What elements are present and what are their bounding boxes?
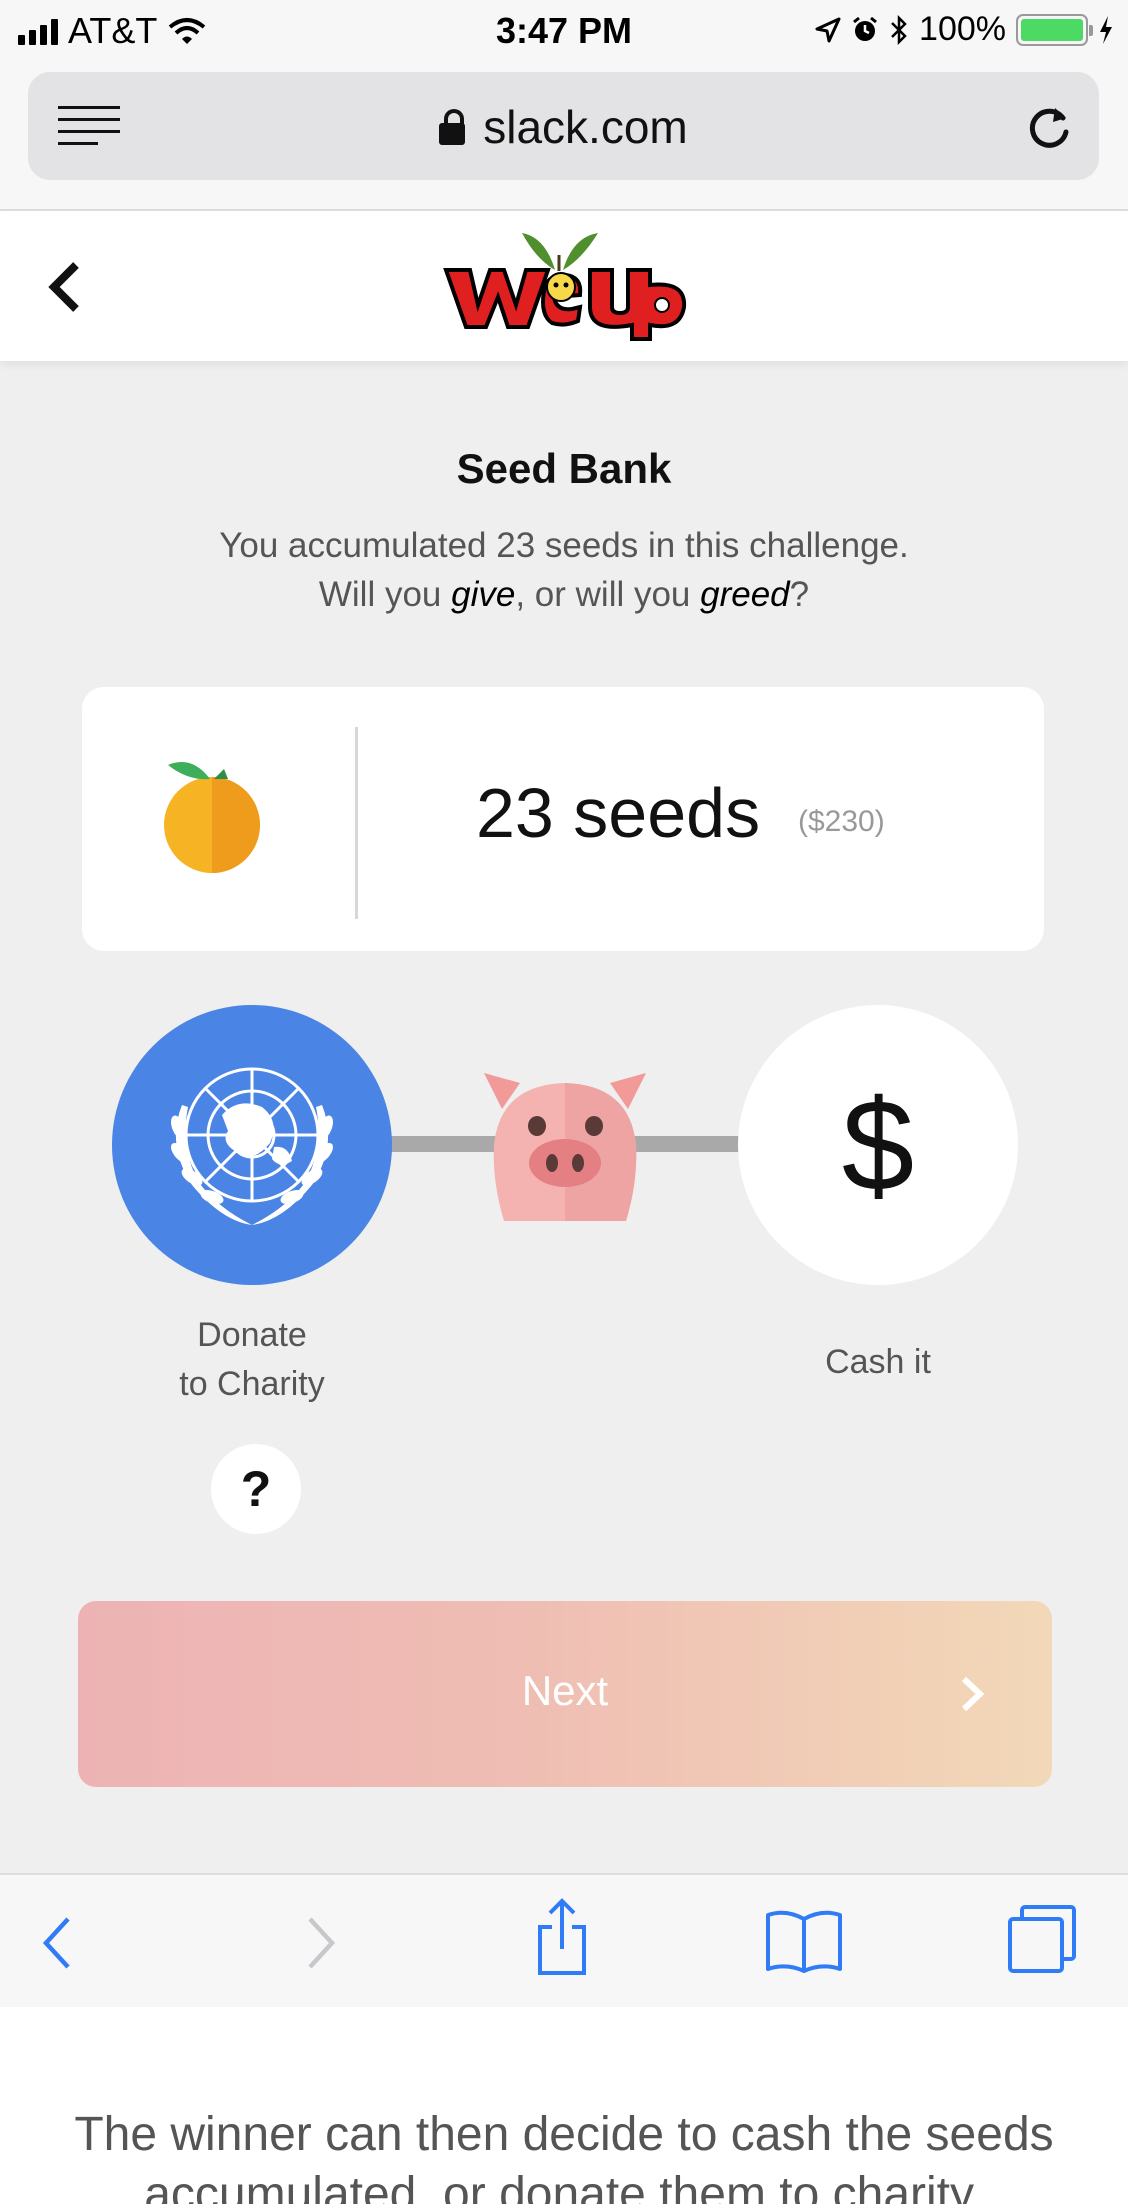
donate-to-charity-option[interactable] (112, 1005, 392, 1285)
page-subtitle: You accumulated 23 seeds in this challen… (0, 521, 1128, 619)
subtitle-suffix: ? (789, 575, 810, 614)
browser-top-bar: slack.com (0, 62, 1128, 211)
subtitle-prefix: Will you (318, 575, 452, 614)
cash-label: Cash it (825, 1343, 931, 1381)
bookmarks-icon (766, 1910, 842, 1973)
url-text: slack.com (483, 101, 688, 153)
alarm-icon (853, 16, 877, 41)
back-icon (42, 1917, 70, 1969)
page-title: Seed Bank (456, 445, 672, 492)
subtitle-greed: greed (700, 575, 790, 614)
forward-icon (308, 1917, 336, 1969)
subtitle-line-1: You accumulated 23 seeds in this challen… (219, 526, 909, 565)
status-right: 100% (815, 10, 1114, 49)
share-icon (538, 1898, 586, 1975)
donate-label: Donate to Charity (132, 1311, 372, 1409)
cash-it-option[interactable]: $ (738, 1005, 1018, 1285)
caption-line-1: The winner can then decide to cash the s… (74, 2108, 1054, 2161)
seed-count: 23 seeds (476, 774, 761, 852)
app-header (0, 211, 1128, 361)
seed-balance-card: 23 seeds ($230) (82, 687, 1044, 951)
question-mark-icon: ? (240, 1461, 272, 1517)
location-icon (815, 17, 841, 42)
subtitle-middle: , or will you (515, 575, 701, 614)
browser-forward-button[interactable] (290, 1875, 350, 2009)
tabs-icon (1008, 1905, 1076, 1973)
browser-tabs-button[interactable] (1000, 1875, 1090, 2009)
back-chevron-icon[interactable] (46, 259, 86, 315)
donate-label-line-2: to Charity (179, 1365, 325, 1403)
caption-line-2: accumulated, or donate them to charity. (144, 2168, 984, 2204)
card-divider (355, 727, 358, 919)
browser-share-button[interactable] (520, 1875, 600, 2009)
bluetooth-icon (891, 14, 907, 45)
piggy-bank-icon (484, 1073, 646, 1221)
caption-text: The winner can then decide to cash the s… (0, 2105, 1128, 2204)
subtitle-line-2: Will you give, or will you greed? (0, 570, 1128, 619)
orange-seed-icon (164, 762, 260, 873)
subtitle-give: give (451, 575, 516, 614)
phone-screen: AT&T 3:47 PM 100% slack.com Seed Bank Yo… (0, 0, 1128, 2204)
battery-percent: 100% (919, 10, 1006, 48)
reload-icon[interactable] (1025, 102, 1073, 150)
dollar-icon: $ (841, 1072, 915, 1218)
lock-icon (439, 109, 466, 145)
donate-label-line-1: Donate (197, 1316, 307, 1354)
chevron-right-icon (961, 1676, 985, 1712)
battery-icon (1016, 13, 1093, 46)
caption-area: The winner can then decide to cash the s… (0, 2007, 1128, 2204)
status-bar: AT&T 3:47 PM 100% (0, 0, 1128, 62)
charity-help-button[interactable]: ? (211, 1444, 301, 1534)
seed-money-value: ($230) (798, 805, 885, 838)
url-bar[interactable]: slack.com (28, 72, 1099, 180)
un-emblem-icon (171, 1067, 333, 1225)
charging-icon (1100, 15, 1112, 44)
seed-bank-screen: Seed Bank You accumulated 23 seeds in th… (0, 361, 1128, 1873)
weup-logo (443, 233, 687, 341)
next-button-label: Next (521, 1667, 609, 1714)
browser-bookmarks-button[interactable] (756, 1875, 846, 2009)
browser-back-button[interactable] (30, 1875, 90, 2009)
next-button[interactable]: Next (78, 1601, 1052, 1787)
url-display[interactable]: slack.com (28, 100, 1099, 154)
browser-toolbar (0, 1873, 1128, 2007)
